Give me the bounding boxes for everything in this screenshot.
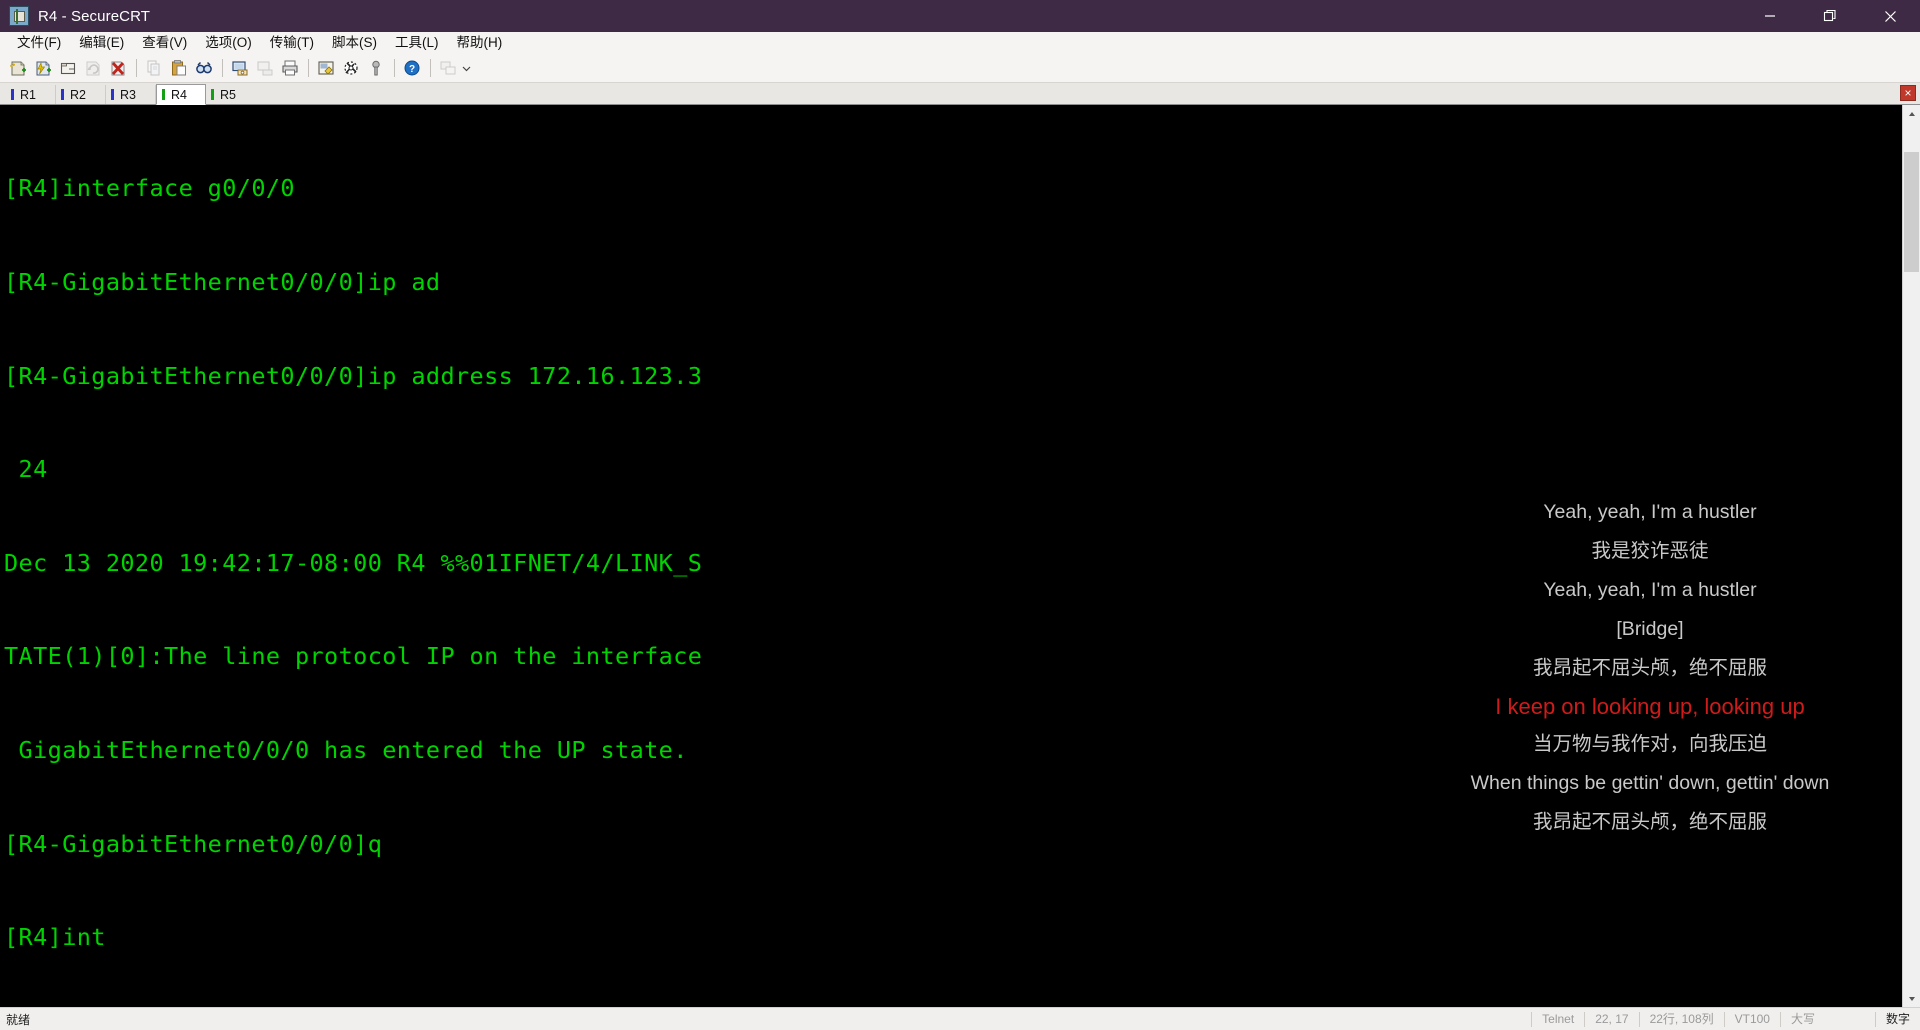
tab-r4[interactable]: R4: [156, 84, 206, 105]
tab-r3[interactable]: R3: [106, 85, 156, 104]
terminal-line: Dec 13 2020 19:42:17-08:00 R4 %%01IFNET/…: [4, 548, 703, 577]
copy-icon[interactable]: [142, 56, 166, 80]
session-options-icon[interactable]: [314, 56, 338, 80]
terminal-line: [R4]int: [4, 923, 106, 952]
toolbar: ?: [0, 54, 1920, 83]
status-caps-lock: 大写: [1779, 1011, 1875, 1027]
terminal-output[interactable]: [R4]interface g0/0/0 [R4-GigabitEthernet…: [0, 105, 1902, 1007]
status-dimensions: 22行, 108列: [1638, 1011, 1724, 1027]
tab-status-dot-icon: [11, 89, 14, 100]
menu-options[interactable]: 选项(O): [196, 33, 261, 54]
tab-label: R3: [120, 87, 136, 102]
menu-bar: 文件(F) 编辑(E) 查看(V) 选项(O) 传输(T) 脚本(S) 工具(L…: [0, 32, 1920, 54]
terminal-line: [R4-GigabitEthernet0/0/0]ip ad: [4, 268, 441, 296]
terminal-area: [R4]interface g0/0/0 [R4-GigabitEthernet…: [0, 105, 1920, 1007]
new-session-icon[interactable]: [6, 56, 30, 80]
tab-r5[interactable]: R5: [206, 85, 256, 104]
terminal-line: TATE(1)[0]:The line protocol IP on the i…: [4, 642, 703, 671]
find-icon[interactable]: [192, 56, 216, 80]
quick-connect-icon[interactable]: [31, 56, 55, 80]
minimize-button[interactable]: [1740, 0, 1800, 32]
securecrt-window: R4 - SecureCRT 文件(F) 编辑(E) 查看(V) 选项(O) 传…: [0, 0, 1920, 1030]
tab-status-dot-icon: [162, 89, 165, 100]
status-cursor-pos: 22, 17: [1584, 1011, 1638, 1027]
menu-view[interactable]: 查看(V): [133, 33, 196, 54]
menu-transfer[interactable]: 传输(T): [261, 33, 323, 54]
toolbar-separator-4: [394, 59, 395, 77]
reconnect-icon[interactable]: [81, 56, 105, 80]
terminal-line: [R4-GigabitEthernet0/0/0]ip address 172.…: [4, 361, 703, 390]
tab-status-dot-icon: [61, 89, 64, 100]
scrollbar-track[interactable]: [1903, 122, 1920, 990]
close-tab-button[interactable]: ×: [1900, 85, 1916, 101]
tile-windows-icon[interactable]: [436, 56, 460, 80]
menu-script[interactable]: 脚本(S): [323, 33, 386, 54]
tab-r2[interactable]: R2: [56, 85, 106, 104]
terminal-line: GigabitEthernet0/0/0 has entered the UP …: [4, 735, 688, 764]
toolbar-separator-5: [430, 59, 431, 77]
terminal-line: [R4]interface g0/0/0: [4, 174, 295, 203]
securecrt-app-icon: [9, 6, 29, 26]
scrollbar-thumb[interactable]: [1904, 152, 1919, 272]
toolbar-separator-2: [222, 59, 223, 77]
toolbar-separator-3: [308, 59, 309, 77]
window-title: R4 - SecureCRT: [38, 7, 150, 25]
paste-icon[interactable]: [167, 56, 191, 80]
scroll-down-arrow-icon[interactable]: [1903, 990, 1920, 1007]
new-tab-icon[interactable]: [56, 56, 80, 80]
global-options-icon[interactable]: [339, 56, 363, 80]
tab-status-dot-icon: [111, 89, 114, 100]
status-emulation: VT100: [1723, 1011, 1780, 1027]
print-screen-icon[interactable]: [253, 56, 277, 80]
session-tab-strip: R1 R2 R3 R4 R5 ×: [0, 83, 1920, 105]
print-icon[interactable]: [278, 56, 302, 80]
tab-r1[interactable]: R1: [6, 85, 56, 104]
terminal-line: 24: [4, 455, 48, 484]
tab-label: R1: [20, 87, 36, 102]
disconnect-icon[interactable]: [106, 56, 130, 80]
tab-status-dot-icon: [211, 89, 214, 100]
status-num-lock: 数字: [1874, 1011, 1920, 1027]
svg-text:?: ?: [409, 64, 415, 75]
maximize-button[interactable]: [1800, 0, 1860, 32]
status-protocol: Telnet: [1531, 1011, 1584, 1027]
log-session-icon[interactable]: [228, 56, 252, 80]
tab-label: R4: [171, 87, 187, 102]
status-bar: 就绪 Telnet 22, 17 22行, 108列 VT100 大写 数字: [0, 1007, 1920, 1030]
toolbar-overflow-chevron-down-icon[interactable]: [461, 56, 472, 80]
terminal-scrollbar[interactable]: [1902, 105, 1920, 1007]
tab-label: R5: [220, 87, 236, 102]
terminal-line: [R4-GigabitEthernet0/0/0]q: [4, 829, 383, 858]
window-controls: [1740, 0, 1920, 32]
menu-file[interactable]: 文件(F): [8, 33, 70, 54]
title-bar: R4 - SecureCRT: [0, 0, 1920, 32]
menu-tools[interactable]: 工具(L): [386, 33, 448, 54]
status-ready: 就绪: [6, 1012, 31, 1027]
toolbar-separator-1: [136, 59, 137, 77]
menu-edit[interactable]: 编辑(E): [70, 33, 133, 54]
key-icon[interactable]: [364, 56, 388, 80]
close-button[interactable]: [1860, 0, 1920, 32]
help-icon[interactable]: ?: [400, 56, 424, 80]
scroll-up-arrow-icon[interactable]: [1903, 105, 1920, 122]
menu-help[interactable]: 帮助(H): [448, 33, 512, 54]
tab-label: R2: [70, 87, 86, 102]
